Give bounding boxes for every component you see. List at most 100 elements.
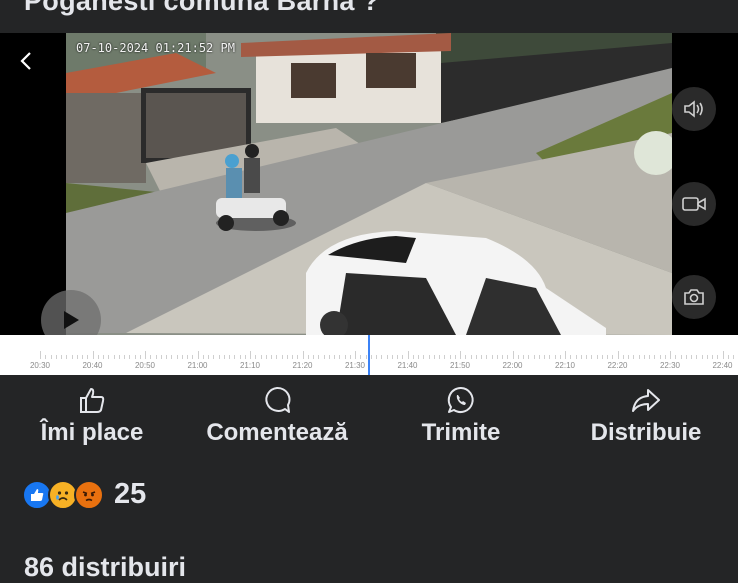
whatsapp-label: Trimite [421,419,501,446]
timeline-label: 21:40 [397,361,418,370]
timeline-tick [145,351,146,359]
whatsapp-icon [447,386,474,413]
timeline-tick [664,355,666,359]
timeline-tick [124,355,125,359]
timeline-tick [638,355,640,359]
timeline-tick [512,351,514,359]
timeline-tick [218,355,220,359]
timeline-tick [607,355,608,359]
timeline-tick [465,355,467,359]
video-frame [66,33,672,335]
timeline-tick [229,355,230,359]
timeline-tick [166,355,167,359]
timeline-tick [376,355,377,359]
timeline-cursor[interactable] [368,335,370,375]
timeline-tick [155,355,157,359]
timeline-label: 22:30 [659,361,681,370]
timeline-tick [313,355,314,359]
like-label: Îmi place [40,419,144,446]
timeline-tick [134,355,136,359]
timeline-tick [118,355,120,359]
timeline-tick [129,355,131,359]
share-label: Distribuie [590,419,702,446]
timeline-tick [454,355,456,359]
timeline-tick [160,355,162,359]
timeline-tick [402,355,404,359]
timeline-tick [423,355,425,359]
timeline-tick [507,355,509,359]
timeline-tick [670,351,671,359]
timeline-tick [202,355,204,359]
timeline-tick [339,355,341,359]
timeline-tick [139,355,141,359]
timeline-tick [617,351,619,359]
timeline-tick [197,351,199,359]
timeline-tick [61,355,62,359]
timeline-tick [108,355,110,359]
timeline-tick [344,355,346,359]
timeline-tick [260,355,262,359]
timeline-tick [433,355,435,359]
shares-count[interactable]: 86 distribuiri [24,552,186,583]
timeline-tick [538,355,540,359]
comment-icon [265,386,291,413]
timeline-tick [696,355,698,359]
timeline-tick [596,355,598,359]
reaction-count: 25 [114,478,147,510]
timeline-tick [103,355,104,359]
whatsapp-send-button[interactable]: Trimite [410,385,512,447]
timeline-tick [533,355,535,359]
video-camera-icon [682,197,706,211]
timeline-tick [50,355,52,359]
timeline-tick [150,355,152,359]
timeline-tick [580,355,582,359]
video-timestamp: 07-10-2024 01:21:52 PM [76,41,235,55]
back-button[interactable] [12,47,40,75]
timeline-tick [407,351,409,359]
timeline-tick [55,355,57,359]
comment-button[interactable]: Comentează [190,385,364,447]
timeline-tick [554,355,556,359]
timeline-tick [370,355,372,359]
timeline-tick [76,355,78,359]
timeline-tick [475,355,477,359]
timeline-tick [691,355,692,359]
timeline-tick [360,355,362,359]
timeline-tick [244,355,246,359]
timeline-tick [239,355,241,359]
timeline-tick [733,355,734,359]
record-button[interactable] [672,182,716,226]
timeline-tick [292,355,293,359]
timeline-tick [323,355,325,359]
timeline-tick [349,355,351,359]
timeline-tick [412,355,414,359]
timeline-tick [45,355,47,359]
timeline-tick [439,355,440,359]
volume-button[interactable] [672,87,716,131]
video-timeline[interactable]: 20:30 20:40 20:50 21:00 21:10 21:20 21:30 21:40… [0,335,738,375]
post-title: Poganesti comuna Barna ? [24,0,380,16]
like-button[interactable]: Îmi place [30,385,154,447]
snapshot-button[interactable] [672,275,716,319]
camera-icon [684,289,704,305]
reactions-summary[interactable]: 25 [22,478,146,511]
timeline-label: 21:20 [292,361,313,370]
timeline-label: 21:50 [449,361,471,370]
timeline-tick [397,355,398,359]
chevron-left-icon [20,52,31,70]
volume-icon [684,100,703,118]
timeline-tick [82,355,83,359]
timeline-tick [612,355,614,359]
share-button[interactable]: Distribuie [576,385,716,447]
timeline-tick [654,355,656,359]
timeline-tick [685,355,687,359]
video-player[interactable]: 07-10-2024 01:21:52 PM [0,33,738,335]
angry-reaction-icon [74,479,104,510]
timeline-tick [628,355,629,359]
timeline-tick [208,355,209,359]
timeline-tick [418,355,419,359]
timeline-tick [328,355,330,359]
timeline-tick [307,355,309,359]
timeline-tick [192,355,194,359]
timeline-tick [87,355,89,359]
